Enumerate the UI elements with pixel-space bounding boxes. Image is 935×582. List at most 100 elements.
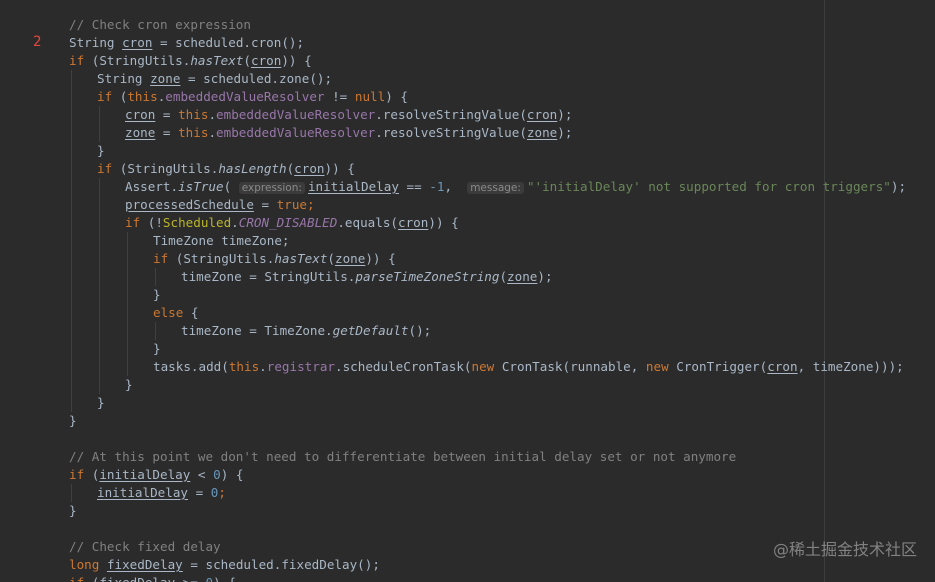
code-token: = [188,485,211,500]
code-line[interactable]: if (StringUtils.hasLength(cron)) { [97,160,355,178]
code-token: if [153,251,169,266]
code-token: cron [767,359,798,374]
code-token: .equals( [337,215,399,230]
code-line[interactable]: zone = this.embeddedValueResolver.resolv… [125,124,572,142]
code-token: cron [122,35,153,50]
code-token: ) { [385,89,408,104]
code-line[interactable]: timeZone = StringUtils.parseTimeZoneStri… [181,268,553,286]
code-token: CRON_DISABLED [238,215,338,230]
code-token: )) { [324,161,355,176]
code-token: , [444,179,468,194]
code-token: hasLength [218,161,287,176]
code-token: String [97,71,151,86]
code-token: isTrue [178,179,224,194]
code-token: } [69,503,77,518]
code-line[interactable]: TimeZone timeZone; [153,232,289,250]
code-token: ); [537,269,553,284]
code-token: initialDelay [97,485,188,500]
code-line[interactable]: tasks.add(this.registrar.scheduleCronTas… [153,358,904,376]
code-line[interactable]: String zone = scheduled.zone(); [97,70,332,88]
code-token: = [155,107,179,122]
code-line[interactable]: if (this.embeddedValueResolver != null) … [97,88,408,106]
code-token: else [153,305,184,320]
code-token: = scheduled.zone(); [180,71,333,86]
code-token: } [69,413,77,428]
watermark: @稀土掘金技术社区 [772,540,917,559]
code-token: ); [890,179,907,194]
code-token: < [190,467,214,482]
code-token: .scheduleCronTask( [335,359,472,374]
code-line[interactable]: long fixedDelay = scheduled.fixedDelay()… [69,556,380,574]
code-line[interactable]: cron = this.embeddedValueResolver.resolv… [125,106,572,124]
code-token: cron [294,161,325,176]
code-line[interactable]: else { [153,304,199,322]
code-line[interactable]: // Check cron expression [69,16,251,34]
code-token: } [97,143,105,158]
code-token: ( [223,179,239,194]
code-token: "'initialDelay' not supported for cron t… [526,179,891,194]
code-token: new [645,359,669,374]
code-token: } [97,395,105,410]
indent-guide [127,232,128,376]
code-token: ); [557,125,573,140]
code-line[interactable]: if (fixedDelay >= 0) { [69,574,236,582]
indent-guide [71,484,72,502]
code-token: -1 [429,179,445,194]
code-line[interactable]: timeZone = TimeZone.getDefault(); [181,322,431,340]
code-token: hasText [190,53,244,68]
code-token: embeddedValueResolver [216,125,376,140]
code-token: ( [327,251,335,266]
code-token: processedSchedule [125,197,254,212]
code-line[interactable]: } [153,286,161,304]
code-token: 0 [206,575,214,582]
code-line[interactable]: if (StringUtils.hasText(zone)) { [153,250,396,268]
code-token: ) { [213,575,236,582]
code-token: zone [125,125,156,140]
code-token: String [69,35,123,50]
code-token: . [208,107,217,122]
code-token: )) { [281,53,312,68]
code-token: (); [408,323,432,338]
code-token: ( [84,575,100,582]
code-line[interactable]: if (StringUtils.hasText(cron)) { [69,52,312,70]
code-token: initialDelay [307,179,399,194]
code-token: )) { [428,215,459,230]
code-token: == [398,179,430,194]
code-line[interactable]: } [125,376,133,394]
code-line[interactable]: processedSchedule = true; [125,196,315,214]
code-line[interactable]: initialDelay = 0; [97,484,226,502]
code-token: fixedDelay [106,557,183,572]
code-line[interactable]: } [69,412,77,430]
code-token: { [183,305,199,320]
code-line[interactable]: // At this point we don't need to differ… [69,448,736,466]
code-line[interactable]: if (initialDelay < 0) { [69,466,243,484]
gutter-marker: 2 [33,34,42,50]
code-token: cron [125,107,156,122]
code-token: } [125,377,133,392]
code-token: ( [243,53,251,68]
code-line[interactable]: } [97,394,105,412]
code-token: ; [307,197,315,212]
code-token: if [97,89,113,104]
code-token: .resolveStringValue( [375,107,527,122]
code-token: ( [499,269,508,284]
code-editor[interactable]: 2 // Check cron expression String cron = … [0,0,935,582]
code-token: // Check fixed delay [69,539,221,554]
code-token: Scheduled [162,215,232,230]
code-token: CronTask(runnable, [494,359,646,374]
code-line[interactable]: if (!Scheduled.CRON_DISABLED.equals(cron… [125,214,459,232]
code-line[interactable]: // Check fixed delay [69,538,221,556]
code-token: } [153,287,161,302]
code-line[interactable]: } [153,340,161,358]
code-line[interactable]: } [97,142,105,160]
code-token: != [324,89,355,104]
parameter-hint: expression: [238,182,305,194]
code-token: zone [526,125,558,140]
indent-guide [99,106,100,142]
code-line[interactable]: } [69,502,77,520]
code-line[interactable]: String cron = scheduled.cron(); [69,34,304,52]
code-token: // At this point we don't need to differ… [69,449,737,464]
code-token: this [127,89,158,104]
code-token: timeZone = StringUtils. [181,269,356,284]
code-line[interactable]: Assert.isTrue( expression: initialDelay =… [125,178,906,196]
